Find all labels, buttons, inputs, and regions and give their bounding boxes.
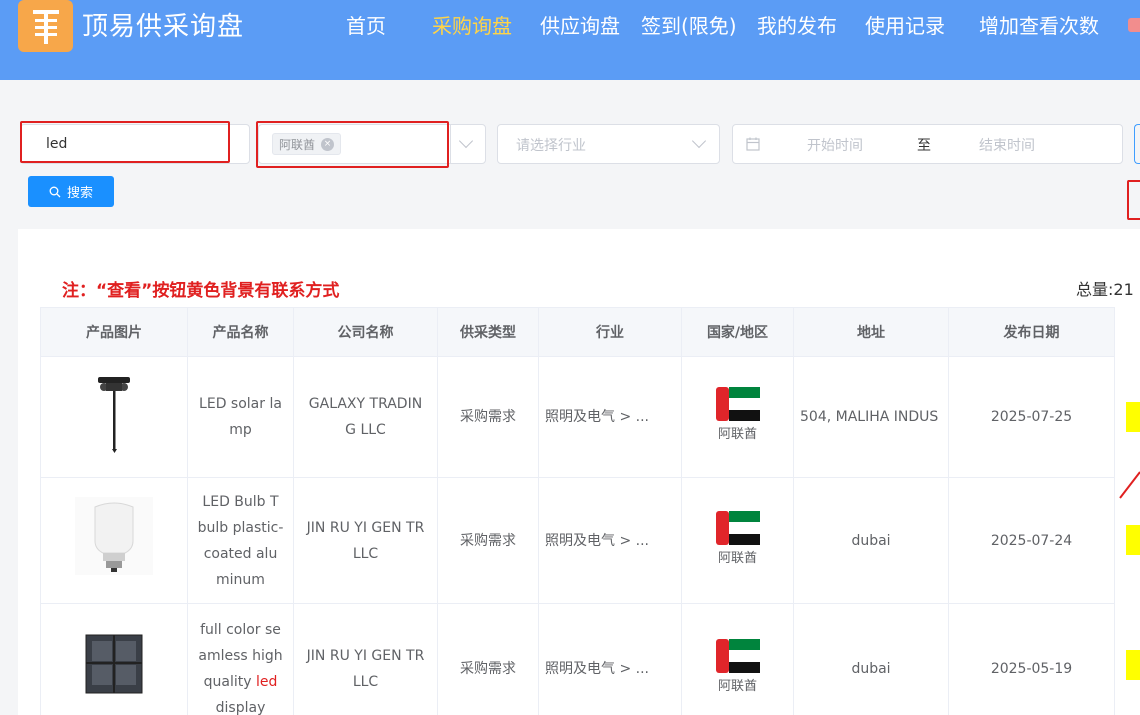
product-name[interactable]: LED solar lamp <box>198 391 284 443</box>
type-cell: 采购需求 <box>437 603 539 715</box>
table-row[interactable]: LED Bulb T bulb plastic-coated aluminum … <box>40 477 1115 604</box>
nav-supply-inquiry[interactable]: 供应询盘 <box>540 10 620 39</box>
end-date-placeholder[interactable]: 结束时间 <box>979 135 1035 155</box>
country-label: 阿联酋 <box>717 427 757 442</box>
nav-usage-records[interactable]: 使用记录 <box>865 10 945 39</box>
type-cell: 采购需求 <box>437 356 539 478</box>
solar-lamp-image[interactable] <box>94 373 134 453</box>
product-name[interactable]: full color seamless high quality led dis… <box>198 617 284 715</box>
uae-flag-icon <box>715 638 760 673</box>
uae-flag-icon <box>715 510 760 545</box>
product-image-cell <box>40 356 188 478</box>
clipped-button[interactable] <box>1134 124 1140 164</box>
col-country: 国家/地区 <box>681 307 794 357</box>
view-button[interactable] <box>1126 525 1140 555</box>
nav-add-views[interactable]: 增加查看次数 <box>979 10 1099 39</box>
address-cell: 504, MALIHA INDUS <box>800 409 939 425</box>
total-count: 总量:21 <box>1076 280 1134 299</box>
col-product-image: 产品图片 <box>40 307 188 357</box>
uae-flag-icon <box>715 387 760 421</box>
annotation-arrow-icon <box>1119 471 1140 499</box>
address-cell: dubai <box>793 603 949 715</box>
search-button-label: 搜索 <box>66 186 93 201</box>
product-name[interactable]: LED Bulb T bulb plastic-coated aluminum <box>198 489 284 593</box>
date-cell: 2025-05-19 <box>948 603 1115 715</box>
country-tag: 阿联酋 × <box>272 133 342 155</box>
nav-overflow-icon <box>1128 18 1140 32</box>
date-cell: 2025-07-24 <box>948 477 1115 604</box>
col-address: 地址 <box>793 307 949 357</box>
table-header-row: 产品图片 产品名称 公司名称 供采类型 行业 国家/地区 地址 发布日期 <box>40 307 1115 357</box>
table-row[interactable]: LED solar lamp GALAXY TRADING LLC 采购需求 照… <box>40 356 1115 478</box>
start-date-placeholder[interactable]: 开始时间 <box>807 135 863 155</box>
contact-note: 注：“查看”按钮黄色背景有联系方式 <box>62 281 340 301</box>
col-type: 供采类型 <box>437 307 539 357</box>
view-button[interactable] <box>1126 650 1140 680</box>
industry-cell: 照明及电气 > ... <box>545 409 649 425</box>
range-separator: 至 <box>917 138 931 154</box>
company-name: JIN RU YI GEN TR LLC <box>306 647 425 690</box>
product-image-cell <box>40 477 188 604</box>
search-button[interactable]: 搜索 <box>28 176 114 207</box>
led-display-image[interactable] <box>84 633 144 695</box>
industry-cell: 照明及电气 > ... <box>545 660 649 677</box>
industry-placeholder: 请选择行业 <box>516 138 586 154</box>
divider <box>450 124 451 164</box>
keyword-input[interactable] <box>28 128 224 160</box>
col-company-name: 公司名称 <box>293 307 438 357</box>
industry-cell: 照明及电气 > ... <box>545 532 649 549</box>
nav-my-posts[interactable]: 我的发布 <box>757 10 837 39</box>
results-table: 产品图片 产品名称 公司名称 供采类型 行业 国家/地区 地址 发布日期 LED… <box>40 307 1115 715</box>
country-tag-label: 阿联酋 <box>279 137 316 152</box>
table-row[interactable]: full color seamless high quality led dis… <box>40 603 1115 715</box>
nav-home[interactable]: 首页 <box>346 10 386 39</box>
col-industry: 行业 <box>538 307 682 357</box>
address-cell: dubai <box>793 477 949 604</box>
country-label: 阿联酋 <box>717 678 757 694</box>
col-date: 发布日期 <box>948 307 1115 357</box>
country-label: 阿联酋 <box>717 550 757 566</box>
product-image-cell <box>40 603 188 715</box>
company-name: GALAXY TRADING LLC <box>308 396 423 438</box>
annotation-box <box>1127 180 1140 220</box>
company-name: JIN RU YI GEN TR LLC <box>306 519 425 562</box>
main-nav: 首页 采购询盘 供应询盘 签到(限免) 我的发布 使用记录 增加查看次数 <box>0 10 1140 40</box>
view-button[interactable] <box>1126 402 1140 432</box>
top-header: 顶易供采询盘 首页 采购询盘 供应询盘 签到(限免) 我的发布 使用记录 增加查… <box>0 0 1140 80</box>
led-bulb-image[interactable] <box>75 497 153 575</box>
nav-purchase-inquiry[interactable]: 采购询盘 <box>432 10 512 39</box>
nav-checkin[interactable]: 签到(限免) <box>641 10 737 39</box>
col-product-name: 产品名称 <box>187 307 294 357</box>
search-icon <box>49 186 61 197</box>
calendar-icon <box>746 137 760 151</box>
date-cell: 2025-07-25 <box>948 356 1115 478</box>
type-cell: 采购需求 <box>437 477 539 604</box>
tag-close-icon[interactable]: × <box>321 137 335 151</box>
keyword-highlight: led <box>255 673 278 690</box>
